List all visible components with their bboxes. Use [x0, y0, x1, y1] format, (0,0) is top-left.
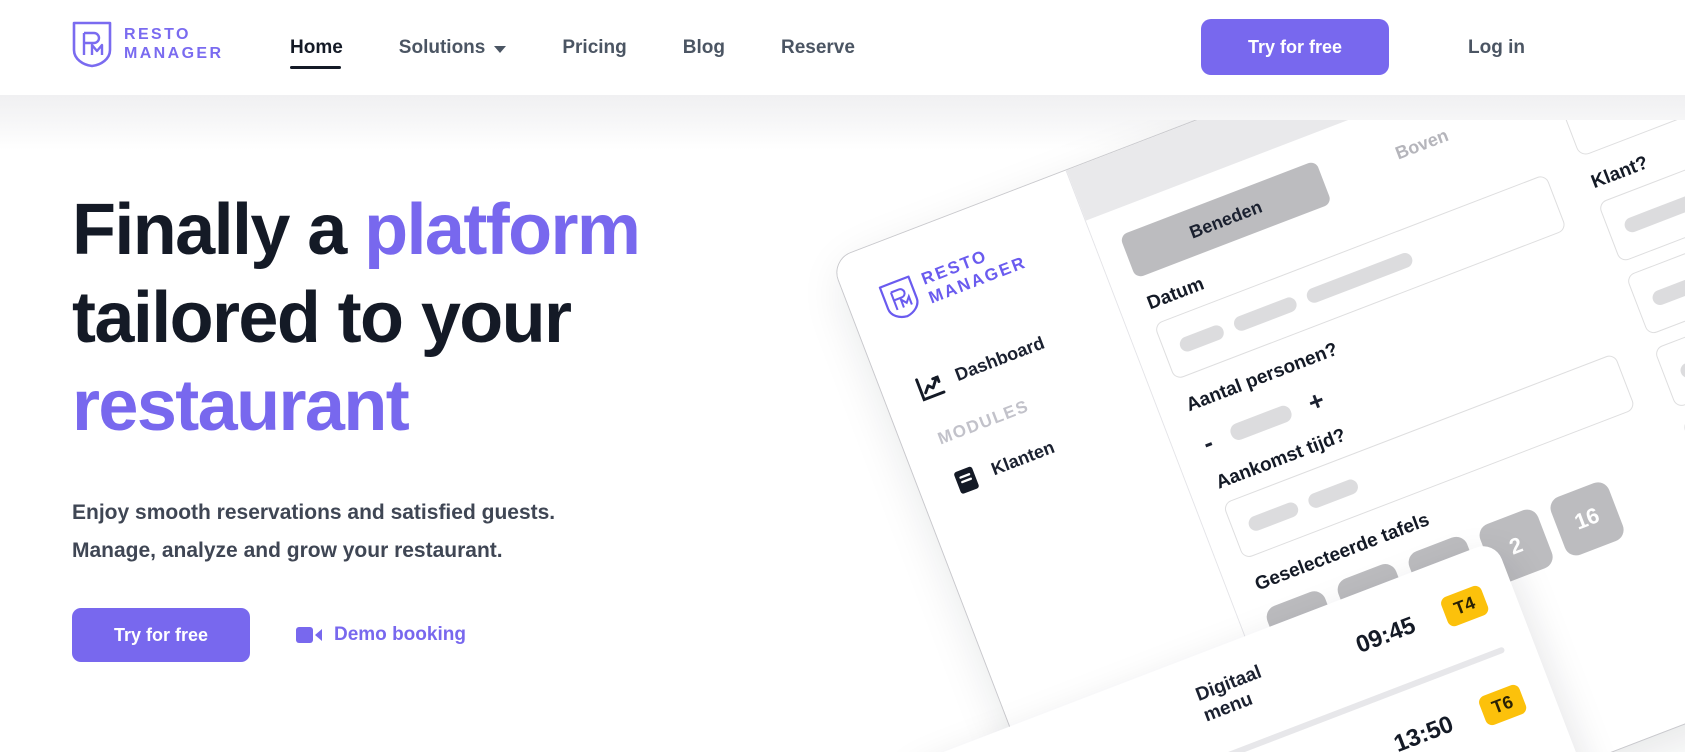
nav-item-solutions[interactable]: Solutions	[399, 0, 507, 95]
app-sidebar-wordmark: RESTO MANAGER	[919, 233, 1030, 307]
app-sidebar-logo: RESTO MANAGER	[877, 208, 1094, 324]
shield-rm-logo-icon	[878, 275, 919, 319]
demo-booking-link[interactable]: Demo booking	[296, 624, 466, 646]
hero-section: Finally a platform tailored to your rest…	[72, 186, 772, 662]
stepper-plus-button[interactable]: +	[1304, 384, 1329, 417]
login-link[interactable]: Log in	[1468, 0, 1525, 95]
hero-try-for-free-button[interactable]: Try for free	[72, 608, 250, 662]
placeholder-bar	[1678, 335, 1685, 380]
page-title: Finally a platform tailored to your rest…	[72, 186, 772, 450]
hero-subtitle-line-2: Manage, analyze and grow your restaurant…	[72, 539, 503, 562]
landing-page: RESTO MANAGER Home Solutions Pricing Blo…	[0, 0, 1685, 752]
headline-part-1: Finally a	[72, 190, 365, 270]
hero-subtitle-line-1: Enjoy smooth reservations and satisfied …	[72, 501, 556, 524]
nav-active-underline	[290, 66, 341, 69]
nav-label-solutions: Solutions	[398, 36, 486, 58]
brand-line-2: MANAGER	[124, 45, 224, 62]
hero-cta-row: Try for free Demo booking	[72, 608, 772, 662]
headline-accent-restaurant: restaurant	[72, 366, 410, 446]
video-camera-icon	[296, 627, 322, 643]
nav-label-home: Home	[290, 36, 343, 58]
placeholder-bar	[1622, 185, 1685, 234]
shield-rm-logo-icon	[72, 21, 112, 68]
hero-subtitle: Enjoy smooth reservations and satisfied …	[72, 494, 772, 570]
reservation-time: 13:50	[1390, 710, 1458, 752]
reservation-time: 09:45	[1352, 611, 1420, 659]
sidebar-label-klanten: Klanten	[988, 436, 1058, 480]
brand-logo[interactable]: RESTO MANAGER	[72, 20, 223, 68]
product-screenshot-mockup: RESTO MANAGER Dashboard MODULES Klanten …	[770, 120, 1685, 752]
nav-label-blog: Blog	[682, 36, 725, 58]
table-chip[interactable]: 16	[1547, 478, 1628, 559]
status-badge: T4	[1438, 583, 1491, 628]
nav-item-home[interactable]: Home	[290, 0, 343, 95]
reservation-note: Digitaal menu	[1192, 661, 1265, 727]
placeholder-bar	[1177, 322, 1226, 354]
nav-item-reserve[interactable]: Reserve	[781, 0, 855, 95]
placeholder-bar	[1246, 499, 1301, 533]
placeholder-bar	[1306, 476, 1360, 510]
sidebar-label-dashboard: Dashboard	[952, 332, 1048, 385]
demo-booking-label: Demo booking	[334, 624, 466, 645]
stepper-minus-button[interactable]: -	[1198, 427, 1217, 458]
nav-label-pricing: Pricing	[562, 36, 627, 58]
status-badge: T6	[1476, 682, 1529, 727]
app-sidebar-nav: Dashboard MODULES Klanten	[913, 300, 1161, 497]
site-header: RESTO MANAGER Home Solutions Pricing Blo…	[0, 0, 1685, 95]
headline-accent-platform: platform	[364, 190, 641, 270]
headline-part-2: tailored to your	[72, 278, 572, 358]
main-navigation: Home Solutions Pricing Blog Reserve	[290, 0, 911, 95]
book-icon	[954, 466, 979, 494]
chevron-down-icon	[494, 45, 507, 53]
nav-item-pricing[interactable]: Pricing	[562, 0, 626, 95]
chart-line-icon	[915, 375, 946, 402]
brand-wordmark: RESTO MANAGER	[124, 25, 223, 63]
sidebar-item-klanten[interactable]: Klanten	[949, 395, 1161, 498]
nav-item-blog[interactable]: Blog	[683, 0, 725, 95]
placeholder-bar	[1231, 294, 1299, 333]
nav-label-reserve: Reserve	[780, 36, 855, 58]
placeholder-bar	[1650, 249, 1685, 307]
header-try-for-free-button[interactable]: Try for free	[1201, 19, 1389, 75]
brand-line-1: RESTO	[124, 26, 191, 43]
placeholder-bar	[1304, 250, 1415, 305]
stepper-value	[1227, 403, 1294, 442]
